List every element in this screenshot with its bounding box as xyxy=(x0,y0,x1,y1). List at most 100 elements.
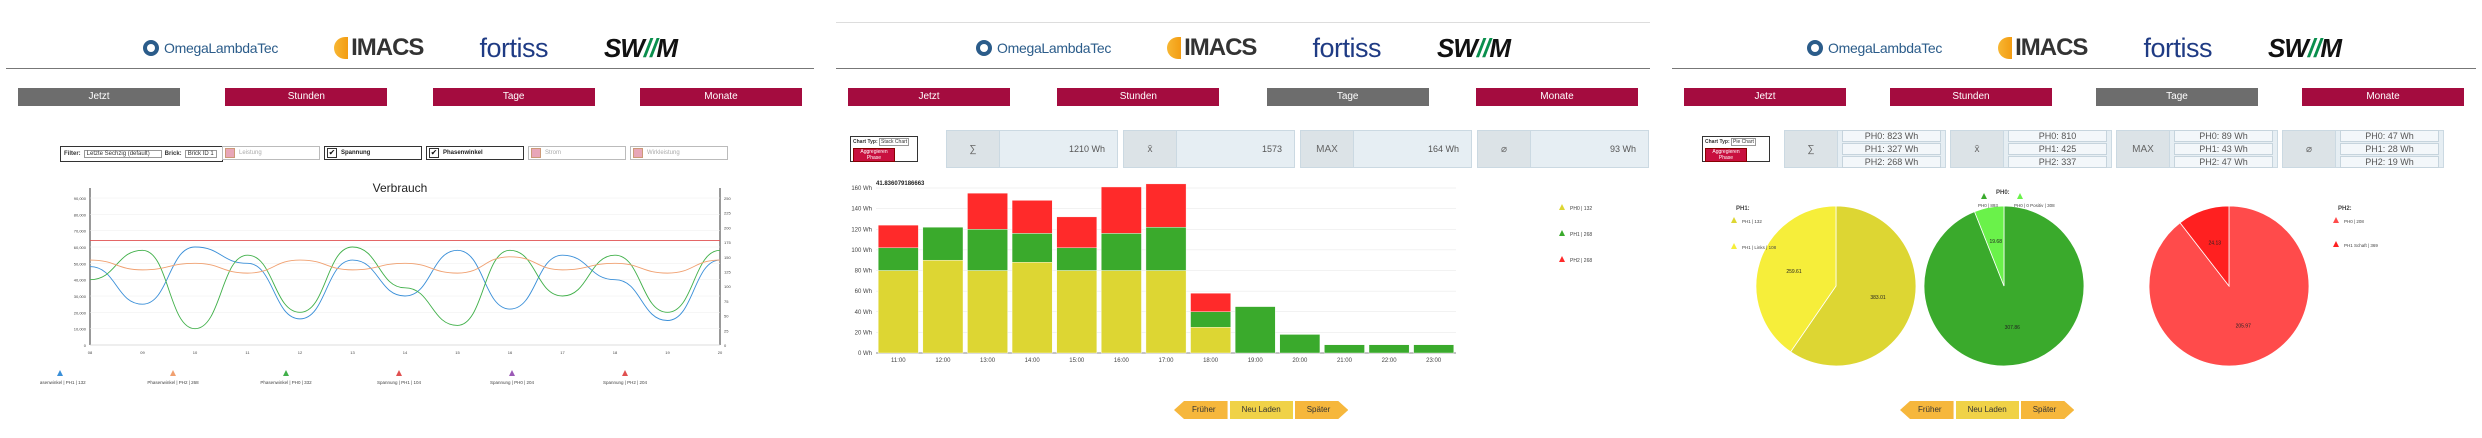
series-toggle-label: Phasenwinkel xyxy=(443,150,483,156)
stat-value: PH1: 327 Wh xyxy=(1842,143,1941,155)
legend-label: PH2 | 268 xyxy=(1570,258,1592,264)
legend-label: Phasenwinkel | PH2 | 268 xyxy=(147,380,199,385)
tab-stunden[interactable]: Stunden xyxy=(1057,88,1220,106)
checkbox-checked-icon[interactable]: ✔ xyxy=(429,148,439,158)
later-button[interactable]: Später xyxy=(2021,401,2075,419)
stat-value: PH0: 47 Wh xyxy=(2340,130,2439,142)
y-tick-label: 70,000 xyxy=(74,229,87,234)
tab-tage[interactable]: Tage xyxy=(432,88,595,106)
earlier-button[interactable]: Früher xyxy=(1900,401,1954,419)
panel-jetzt: OmegaLambdaTec IMACS fortiss SW//M Jetzt… xyxy=(0,0,820,438)
tab-tage[interactable]: Tage xyxy=(2096,88,2258,106)
series-toggle[interactable]: ✔ Phasenwinkel xyxy=(426,146,524,160)
stat-value: 93 Wh xyxy=(1609,144,1636,154)
tab-tage[interactable]: Tage xyxy=(1266,88,1429,106)
pie-title: PH0: xyxy=(1996,190,2010,196)
stat-box: ∑ 1210 Wh xyxy=(946,130,1118,168)
tab-jetzt[interactable]: Jetzt xyxy=(18,88,180,106)
x-tick-label: 13 xyxy=(350,350,355,355)
bar-segment xyxy=(967,270,1008,354)
aggregate-phase-button[interactable]: Aggregieren Phase xyxy=(1705,148,1747,162)
chart-type-select[interactable]: Pie Chart xyxy=(1731,138,1756,146)
chart-type-select[interactable]: Stack Chart xyxy=(879,138,910,146)
later-button[interactable]: Später xyxy=(1295,401,1349,419)
legend-marker-icon xyxy=(57,370,63,376)
legend-marker-icon xyxy=(622,370,628,376)
y-tick-label: 20 Wh xyxy=(855,330,872,336)
legend-marker-icon xyxy=(2333,217,2339,223)
stat-value: 1573 xyxy=(1261,144,1282,154)
reload-button[interactable]: Neu Laden xyxy=(1955,401,2019,419)
tab-stunden[interactable]: Stunden xyxy=(1890,88,2052,106)
y-tick-label: 20,000 xyxy=(74,310,87,315)
y-tick-label: 0 Wh xyxy=(858,351,872,357)
stat-value: 164 Wh xyxy=(1427,144,1459,154)
aggregate-phase-button[interactable]: Aggregieren Phase xyxy=(853,148,895,162)
y-tick-label: 30,000 xyxy=(74,294,87,299)
series-toggle-label: Leistung xyxy=(239,150,262,156)
stat-value: PH1: 43 Wh xyxy=(2174,143,2273,155)
series-toggle[interactable]: Strom xyxy=(528,146,626,160)
stat-value: PH0: 810 xyxy=(2008,130,2107,142)
legend-label: PH1 | 132 xyxy=(1742,219,1762,224)
bar-segment xyxy=(1190,311,1231,328)
series-toggle-label: Strom xyxy=(545,150,562,156)
y2-tick-label: 250 xyxy=(724,196,731,201)
tab-bar: Jetzt Stunden Tage Monate xyxy=(848,88,1638,106)
y-tick-label: 100 Wh xyxy=(851,248,872,254)
divider xyxy=(1672,68,2476,69)
tab-stunden[interactable]: Stunden xyxy=(225,88,388,106)
filter-label: Filter: xyxy=(64,151,81,157)
x-tick-label: 16:00 xyxy=(1114,358,1130,364)
series-toggle[interactable]: Wirkleistung xyxy=(630,146,728,160)
omegalambdatec-logo: OmegaLambdaTec xyxy=(976,40,1111,56)
x-tick-label: 08 xyxy=(88,350,93,355)
checkbox-empty-icon[interactable] xyxy=(225,148,235,158)
series-line xyxy=(89,246,721,330)
y2-tick-label: 50 xyxy=(724,314,729,319)
earlier-button[interactable]: Früher xyxy=(1174,401,1228,419)
y2-tick-label: 100 xyxy=(724,284,731,289)
legend-marker-icon xyxy=(1559,256,1565,262)
x-tick-label: 19 xyxy=(665,350,670,355)
bar-segment xyxy=(967,192,1008,230)
stat-value: PH0: 89 Wh xyxy=(2174,130,2273,142)
legend-label: Spannung | PH2 | 204 xyxy=(603,380,648,385)
bar-segment xyxy=(967,229,1008,271)
y2-tick-label: 75 xyxy=(724,299,729,304)
pie-value-label: 205.97 xyxy=(2236,324,2252,330)
bar-segment xyxy=(1101,233,1142,271)
checkbox-checked-icon[interactable]: ✔ xyxy=(327,148,337,158)
tab-jetzt[interactable]: Jetzt xyxy=(1684,88,1846,106)
y-tick-label: 80,000 xyxy=(74,212,87,217)
x-tick-label: 22:00 xyxy=(1382,358,1398,364)
y2-tick-label: 25 xyxy=(724,328,729,333)
bar-segment xyxy=(1368,344,1410,354)
filter-select[interactable]: Letzte Sechzig (default) xyxy=(83,150,162,158)
stat-value: PH0: 823 Wh xyxy=(1842,130,1941,142)
checkbox-empty-icon[interactable] xyxy=(531,148,541,158)
checkbox-empty-icon[interactable] xyxy=(633,148,643,158)
filter-box: Filter: Letzte Sechzig (default) Brick: … xyxy=(60,146,223,162)
x-tick-label: 19:00 xyxy=(1248,358,1264,364)
stat-value: 1210 Wh xyxy=(1068,144,1105,154)
legend-marker-icon xyxy=(1731,243,1737,249)
tab-monate[interactable]: Monate xyxy=(639,88,802,106)
tab-monate[interactable]: Monate xyxy=(2302,88,2464,106)
chart-type-label: Chart Typ: xyxy=(853,139,878,145)
stacked-bar-chart: 41.836079186663 0 Wh 20 Wh 40 Wh 60 Wh 80 Wh 1… xyxy=(851,181,1592,364)
x-tick-label: 10 xyxy=(193,350,198,355)
reload-button[interactable]: Neu Laden xyxy=(1229,401,1293,419)
bar-segment xyxy=(1011,262,1053,354)
series-toggle[interactable]: Leistung xyxy=(222,146,320,160)
tab-jetzt[interactable]: Jetzt xyxy=(848,88,1010,106)
bar-segment xyxy=(1145,270,1187,354)
legend-label: Spannung | PH0 | 204 xyxy=(490,380,535,385)
tab-monate[interactable]: Monate xyxy=(1475,88,1638,106)
legend-label: PH1 | Links | 108 xyxy=(1742,245,1777,250)
series-toggle[interactable]: ✔ Spannung xyxy=(324,146,422,160)
pie-value-label: 24.13 xyxy=(2209,240,2222,246)
chart-type-box: Chart Typ: Stack Chart Aggregieren Phase xyxy=(850,136,918,162)
brick-select[interactable]: Brick ID 1 xyxy=(184,150,217,158)
nav-buttons: Früher Neu Laden Später xyxy=(1900,401,2074,419)
